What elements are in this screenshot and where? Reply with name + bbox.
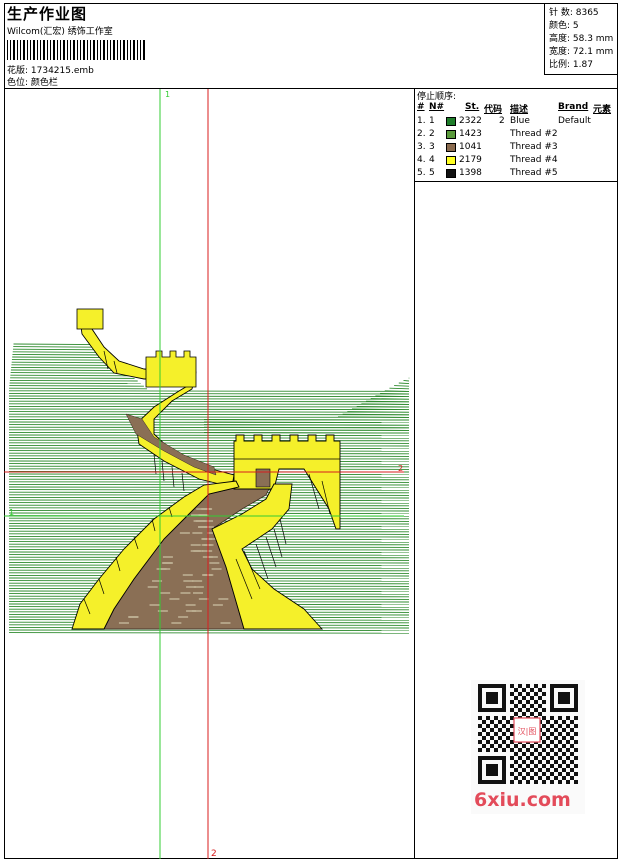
table-row: 5. 5 1398 Thread #5 [415, 168, 618, 181]
row-stitches: 2322 [459, 116, 482, 126]
watermark-logo: 6xiu.com [474, 789, 571, 811]
row-index: 2. [417, 129, 426, 139]
thread-color-swatch [446, 143, 456, 152]
thread-color-swatch [446, 156, 456, 165]
qr-stamp-text: 汉|图 [518, 727, 537, 736]
guide-mark-green: 1 [9, 508, 14, 517]
thread-color-swatch [446, 130, 456, 139]
row-brand: Default [558, 116, 591, 126]
col-header-code: 代码 [484, 105, 503, 115]
stop-sequence-title: 停止顺序: [417, 92, 457, 102]
row-index: 5. [417, 168, 426, 178]
guide-mark-red: 2 [398, 464, 403, 473]
stats-box: 针 数: 8365 颜色: 5 高度: 58.3 mm 宽度: 72.1 mm … [544, 3, 618, 75]
mid-tower [145, 350, 197, 388]
thread-color-swatch [446, 117, 456, 126]
row-stitches: 1041 [459, 142, 482, 152]
row-index: 1. [417, 116, 426, 126]
row-description: Blue [510, 116, 530, 126]
row-number: 1 [429, 116, 435, 126]
color-position: 色位: 颜色栏 [7, 78, 58, 88]
color-count: 颜色: 5 [549, 21, 579, 31]
row-index: 4. [417, 155, 426, 165]
row-number: 5 [429, 168, 435, 178]
table-row: 4. 4 2179 Thread #4 [415, 155, 618, 168]
row-description: Thread #2 [510, 129, 558, 139]
col-header-description: 描述 [510, 105, 529, 115]
page-title: 生产作业图 [7, 5, 88, 23]
company-name: Wilcom(汇宏) 绣饰工作室 [7, 27, 113, 37]
header: 生产作业图 Wilcom(汇宏) 绣饰工作室 花版: 1734215.emb 色… [4, 3, 618, 89]
guide-label-red: 2 [211, 849, 217, 859]
col-header-stitches: St. [465, 102, 480, 112]
row-stitches: 1423 [459, 129, 482, 139]
barcode [7, 40, 145, 60]
col-header-brand: Brand [558, 102, 589, 112]
row-description: Thread #4 [510, 155, 558, 165]
row-stitches: 1398 [459, 168, 482, 178]
guide-label-green: 1 [165, 90, 170, 99]
row-stitches: 2179 [459, 155, 482, 165]
thread-color-swatch [446, 169, 456, 178]
col-header-element: 元素 [593, 105, 612, 115]
design-preview: 1 2 2 1 [4, 89, 415, 859]
col-header-number: N# [429, 102, 445, 112]
stitch-count: 针 数: 8365 [549, 8, 599, 18]
row-index: 3. [417, 142, 426, 152]
row-description: Thread #3 [510, 142, 558, 152]
row-code: 2 [499, 116, 505, 126]
thread-table: 停止顺序: # N# St. 代码 描述 Brand 元素 1. 1 2322 2 Bl… [415, 89, 618, 182]
design-width: 宽度: 72.1 mm [549, 47, 614, 57]
design-height: 高度: 58.3 mm [549, 34, 614, 44]
row-number: 4 [429, 155, 435, 165]
row-number: 3 [429, 142, 435, 152]
design-scale: 比例: 1.87 [549, 60, 593, 70]
row-description: Thread #5 [510, 168, 558, 178]
table-row: 1. 1 2322 2 Blue Default [415, 116, 618, 129]
far-tower [76, 308, 104, 330]
row-number: 2 [429, 129, 435, 139]
col-header-index: # [417, 102, 425, 112]
embroidery-canvas: 1 2 2 1 [4, 89, 410, 859]
table-row: 2. 2 1423 Thread #2 [415, 129, 618, 142]
table-row: 3. 3 1041 Thread #3 [415, 142, 618, 155]
